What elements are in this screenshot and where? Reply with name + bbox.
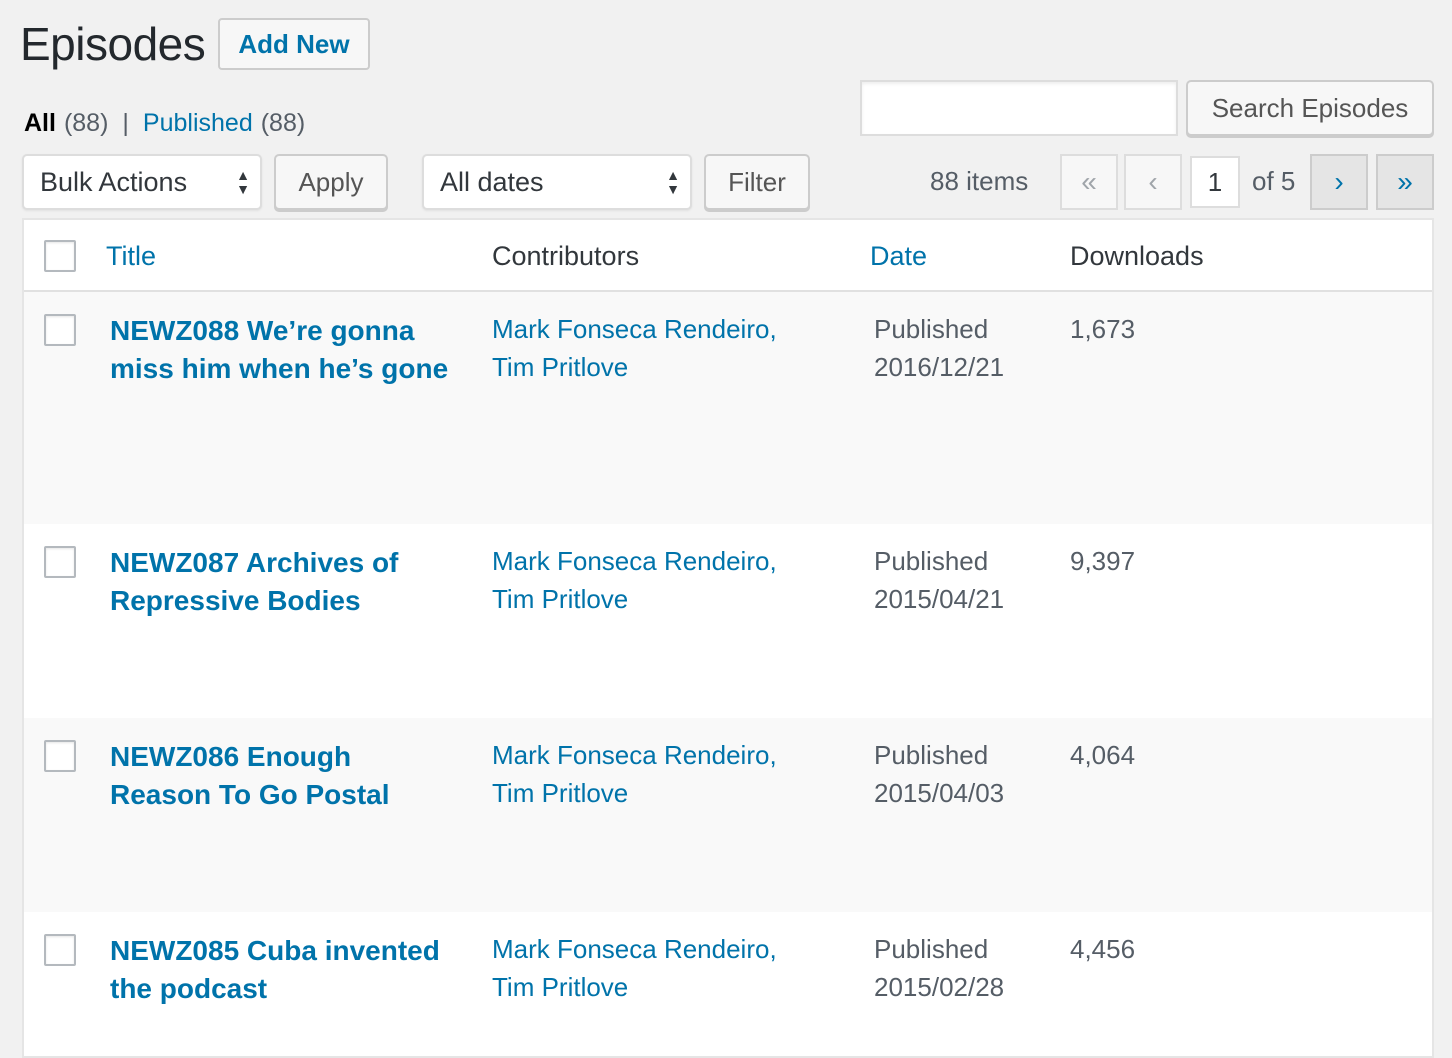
column-date-sort[interactable]: Date [870,240,927,272]
dates-label: All dates [440,166,544,197]
contributor-link[interactable]: Mark Fonseca Rendeiro, [492,546,777,576]
date-text: 2015/02/28 [874,972,1005,1002]
first-page-button[interactable]: « [1060,154,1118,210]
contributor-link[interactable]: Mark Fonseca Rendeiro, [492,934,777,964]
row-checkbox[interactable] [44,546,76,578]
view-separator: | [122,109,129,137]
items-count: 88 items [930,166,1029,196]
bulk-actions-label: Bulk Actions [40,166,188,197]
search-input[interactable] [860,80,1178,136]
date-text: 2015/04/03 [874,778,1005,808]
table-row: NEWZ085 Cuba invented the podcast Mark F… [24,912,1432,1056]
status-text: Published [874,934,989,964]
select-arrows-icon: ▲ ▼ [666,167,680,197]
date-cell: Published 2015/02/28 [874,930,1004,1006]
view-published-count: (88) [260,109,306,137]
status-text: Published [874,740,989,770]
date-cell: Published 2015/04/21 [874,542,1004,618]
contributors-cell: Mark Fonseca Rendeiro, Tim Pritlove [492,542,777,618]
contributor-link[interactable]: Tim Pritlove [492,584,628,614]
prev-page-button[interactable]: ‹ [1124,154,1182,210]
episode-title-link[interactable]: NEWZ085 Cuba invented the podcast [110,932,450,1008]
view-published-link[interactable]: Published [143,106,253,140]
table-header: Title Contributors Date Downloads [24,220,1432,292]
date-text: 2016/12/21 [874,352,1005,382]
contributor-link[interactable]: Mark Fonseca Rendeiro, [492,740,777,770]
current-page-input[interactable]: 1 [1190,156,1240,208]
downloads-cell: 4,064 [1070,740,1136,770]
page-title: Episodes [20,18,206,70]
episode-title-link[interactable]: NEWZ088 We’re gonna miss him when he’s g… [110,312,450,388]
status-views: All (88) | Published (88) [24,106,305,140]
table-row: NEWZ086 Enough Reason To Go Postal Mark … [24,718,1432,912]
downloads-cell: 1,673 [1070,314,1136,344]
total-pages: of 5 [1252,166,1296,196]
add-new-button[interactable]: Add New [218,18,370,70]
contributors-cell: Mark Fonseca Rendeiro, Tim Pritlove [492,736,777,812]
row-checkbox[interactable] [44,314,76,346]
view-all-count: (88) [63,109,109,137]
episodes-table: Title Contributors Date Downloads NEWZ08… [22,218,1434,1058]
contributor-link[interactable]: Tim Pritlove [492,352,628,382]
row-checkbox[interactable] [44,740,76,772]
status-text: Published [874,314,989,344]
date-text: 2015/04/21 [874,584,1005,614]
status-text: Published [874,546,989,576]
column-contributors: Contributors [492,241,640,271]
last-page-button[interactable]: » [1376,154,1434,210]
downloads-cell: 9,397 [1070,546,1136,576]
column-title-sort[interactable]: Title [106,240,156,272]
downloads-cell: 4,456 [1070,934,1136,964]
episode-title-link[interactable]: NEWZ086 Enough Reason To Go Postal [110,738,450,814]
select-all-checkbox[interactable] [44,240,76,272]
contributor-link[interactable]: Tim Pritlove [492,778,628,808]
episode-title-link[interactable]: NEWZ087 Archives of Repressive Bodies [110,544,450,620]
view-all-link[interactable]: All [24,106,56,140]
table-row: NEWZ087 Archives of Repressive Bodies Ma… [24,524,1432,718]
date-cell: Published 2015/04/03 [874,736,1004,812]
dates-select[interactable]: All dates ▲ ▼ [422,154,692,210]
contributors-cell: Mark Fonseca Rendeiro, Tim Pritlove [492,310,777,386]
bulk-actions-select[interactable]: Bulk Actions ▲ ▼ [22,154,262,210]
contributors-cell: Mark Fonseca Rendeiro, Tim Pritlove [492,930,777,1006]
select-arrows-icon: ▲ ▼ [236,167,250,197]
contributor-link[interactable]: Mark Fonseca Rendeiro, [492,314,777,344]
apply-button[interactable]: Apply [274,154,388,210]
contributor-link[interactable]: Tim Pritlove [492,972,628,1002]
next-page-button[interactable]: › [1310,154,1368,210]
search-episodes-button[interactable]: Search Episodes [1186,80,1434,136]
date-cell: Published 2016/12/21 [874,310,1004,386]
row-checkbox[interactable] [44,934,76,966]
filter-button[interactable]: Filter [704,154,810,210]
column-downloads: Downloads [1070,241,1204,271]
table-row: NEWZ088 We’re gonna miss him when he’s g… [24,292,1432,524]
